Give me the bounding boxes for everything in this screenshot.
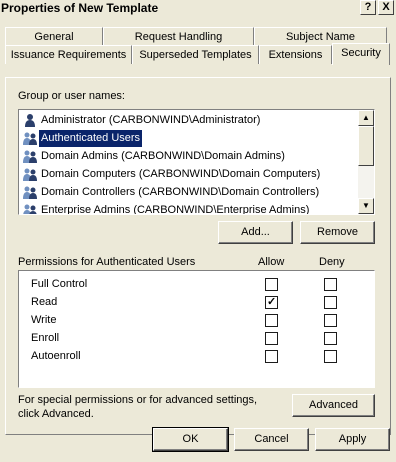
list-item[interactable]: Enterprise Admins (CARBONWIND\Enterprise… — [21, 202, 358, 215]
list-item-label: Enterprise Admins (CARBONWIND\Enterprise… — [41, 204, 310, 215]
group-listbox[interactable]: Administrator (CARBONWIND\Administrator)… — [18, 109, 375, 215]
allow-checkbox[interactable] — [265, 295, 278, 309]
list-item-label: Administrator (CARBONWIND\Administrator) — [41, 114, 261, 126]
permission-row: Full Control — [19, 276, 374, 294]
allow-checkbox[interactable] — [265, 350, 278, 363]
permission-row: Autoenroll — [19, 348, 374, 366]
advanced-note-line1: For special permissions or for advanced … — [18, 394, 258, 406]
permission-name: Full Control — [31, 278, 88, 290]
listbox-scrollbar[interactable]: ▲ ▼ — [358, 110, 374, 214]
permission-name: Autoenroll — [31, 350, 81, 362]
apply-button[interactable]: Apply — [315, 428, 390, 451]
deny-checkbox[interactable] — [324, 296, 337, 309]
deny-checkbox[interactable] — [324, 332, 337, 345]
help-button[interactable]: ? — [360, 0, 376, 15]
deny-checkbox[interactable] — [324, 314, 337, 327]
close-button[interactable]: X — [378, 0, 394, 15]
tab-extensions[interactable]: Extensions — [259, 45, 332, 64]
list-item[interactable]: Domain Admins (CARBONWIND\Domain Admins) — [21, 148, 358, 165]
deny-checkbox[interactable] — [324, 350, 337, 363]
group-icon — [23, 168, 37, 181]
scroll-thumb[interactable] — [358, 126, 374, 166]
list-item[interactable]: Administrator (CARBONWIND\Administrator) — [21, 112, 358, 129]
group-icon — [23, 150, 37, 163]
list-item[interactable]: Domain Computers (CARBONWIND\Domain Comp… — [21, 166, 358, 183]
permissions-label: Permissions for Authenticated Users — [18, 256, 196, 268]
group-icon — [23, 204, 37, 214]
group-icon — [23, 186, 37, 199]
permission-name: Enroll — [31, 332, 60, 344]
ok-button[interactable]: OK — [152, 427, 229, 452]
deny-checkbox[interactable] — [324, 278, 337, 291]
allow-header: Allow — [258, 256, 285, 268]
permission-name: Write — [31, 314, 57, 326]
list-item-label: Authenticated Users — [39, 130, 143, 147]
tab-issuance-requirements[interactable]: Issuance Requirements — [5, 45, 132, 64]
add-button[interactable]: Add... — [218, 221, 293, 244]
permission-row: Enroll — [19, 330, 374, 348]
permissions-list: Full Control Read Write Enroll Autoenrol — [18, 270, 375, 388]
tab-request-handling[interactable]: Request Handling — [103, 27, 254, 46]
tab-security[interactable]: Security — [332, 43, 390, 65]
permission-row: Write — [19, 312, 374, 330]
list-item-label: Domain Computers (CARBONWIND\Domain Comp… — [41, 168, 321, 180]
scroll-down-icon[interactable]: ▼ — [358, 198, 374, 214]
permission-row: Read — [19, 294, 374, 312]
security-panel: Group or user names: Administrator (CARB… — [5, 77, 391, 435]
list-item[interactable]: Domain Controllers (CARBONWIND\Domain Co… — [21, 184, 358, 201]
window-title: Properties of New Template — [1, 1, 159, 15]
user-icon — [25, 114, 35, 127]
tab-general[interactable]: General — [5, 27, 103, 46]
allow-checkbox[interactable] — [265, 332, 278, 345]
dialog-body: General Request Handling Subject Name Is… — [0, 16, 396, 462]
permission-name: Read — [31, 296, 58, 308]
list-item-label: Domain Controllers (CARBONWIND\Domain Co… — [41, 186, 320, 198]
allow-checkbox[interactable] — [265, 278, 278, 291]
remove-button[interactable]: Remove — [300, 221, 375, 244]
scroll-up-icon[interactable]: ▲ — [358, 110, 374, 126]
list-item-label: Domain Admins (CARBONWIND\Domain Admins) — [41, 150, 285, 162]
allow-checkbox[interactable] — [265, 314, 278, 327]
list-item[interactable]: Authenticated Users — [21, 130, 358, 147]
group-label-text: Group or user names: — [18, 90, 125, 102]
group-label: Group or user names: — [18, 90, 125, 102]
advanced-button[interactable]: Advanced — [292, 394, 375, 417]
tab-superseded-templates[interactable]: Superseded Templates — [132, 45, 259, 64]
group-icon — [23, 132, 37, 145]
cancel-button[interactable]: Cancel — [234, 428, 309, 451]
deny-header: Deny — [319, 256, 345, 268]
title-bar: Properties of New Template ? X — [0, 0, 396, 16]
advanced-note-line2: click Advanced. — [18, 408, 94, 420]
